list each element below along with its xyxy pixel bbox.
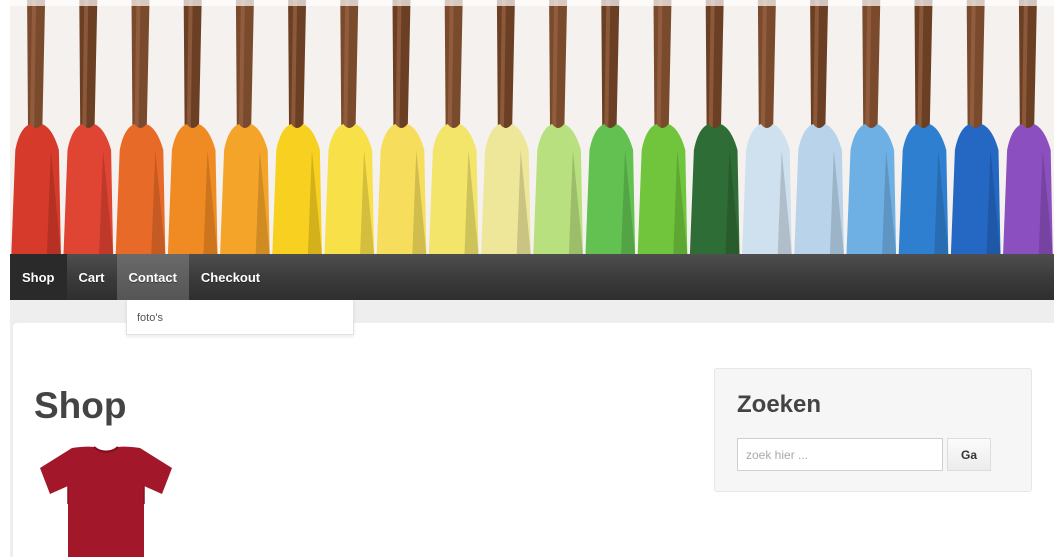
dropdown-item-fotos[interactable]: foto's	[127, 300, 353, 324]
header-banner-image	[10, 0, 1054, 254]
nav-item-shop[interactable]: Shop	[10, 254, 67, 300]
search-widget-title: Zoeken	[737, 391, 822, 418]
search-input[interactable]	[737, 438, 943, 471]
contact-dropdown-menu: foto's	[126, 300, 354, 335]
product-image[interactable]	[36, 444, 176, 557]
nav-item-checkout[interactable]: Checkout	[189, 254, 272, 300]
red-tshirt-icon	[40, 446, 172, 557]
page-title: Shop	[34, 385, 127, 426]
nav-item-cart[interactable]: Cart	[67, 254, 117, 300]
nav-item-contact[interactable]: Contact	[116, 254, 189, 300]
search-widget: Zoeken Ga	[714, 368, 1032, 492]
main-navigation: Shop Cart Contact Checkout	[10, 254, 1054, 300]
search-button[interactable]: Ga	[947, 438, 991, 471]
tshirts-on-hangers-graphic	[10, 0, 1054, 254]
